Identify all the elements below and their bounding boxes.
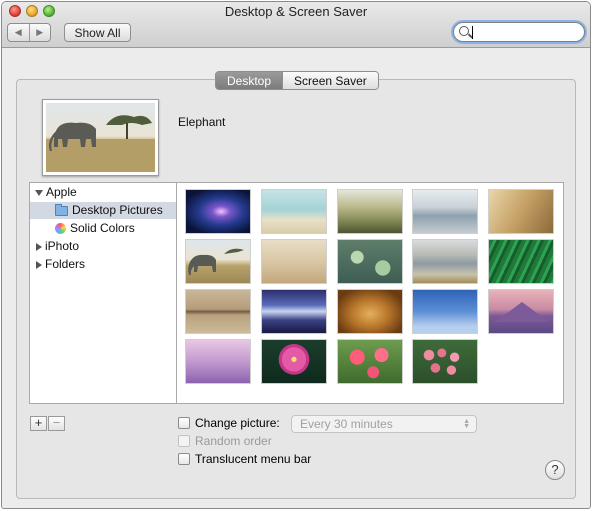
wallpaper-mountain-dusk[interactable] [488,289,554,334]
wallpaper-grass-field[interactable] [337,189,403,234]
folder-icon [55,203,68,216]
source-list: Apple Desktop Pictures Solid Colors iPho… [29,182,177,404]
wallpaper-island-reflection[interactable] [185,289,251,334]
wallpaper-lotus[interactable] [261,339,327,384]
wallpaper-pink-berries[interactable] [412,339,478,384]
sidebar-item-label: Apple [46,185,77,199]
checkbox-label: Random order [195,434,272,448]
wallpaper-green-blades[interactable] [488,239,554,284]
preferences-window: Desktop & Screen Saver ◀ ▶ Show All Desk… [1,1,591,509]
picture-name-label: Elephant [178,115,226,129]
sidebar-item-label: Solid Colors [70,221,135,235]
wallpaper-zebras[interactable] [261,239,327,284]
wallpaper-poppies[interactable] [337,339,403,384]
disclosure-expanded-icon[interactable] [35,189,43,196]
checkbox-label: Change picture: [195,416,280,430]
wallpaper-sand-dune[interactable] [488,189,554,234]
forward-button[interactable]: ▶ [28,24,51,41]
wallpaper-cloudy-lake[interactable] [412,239,478,284]
tab-screen-saver[interactable]: Screen Saver [282,72,378,89]
checkbox-box[interactable] [178,417,190,429]
add-folder-button[interactable]: + [30,416,47,431]
sidebar-item-label: Desktop Pictures [72,203,163,217]
color-wheel-icon [55,223,66,235]
interval-popup[interactable]: Every 30 minutes ▲ ▼ [291,415,477,433]
back-forward-control: ◀ ▶ [7,23,51,42]
wallpaper-beach[interactable] [261,189,327,234]
random-order-checkbox[interactable]: Random order [178,434,272,448]
search-field[interactable] [453,22,585,42]
text-cursor [472,26,473,39]
sidebar-item-label: Folders [45,257,86,271]
wallpaper-grid [177,182,564,404]
show-all-button[interactable]: Show All [64,23,131,42]
tab-bar: Desktop Screen Saver [215,71,379,90]
change-picture-checkbox[interactable]: Change picture: [178,416,280,430]
wallpaper-lion[interactable] [337,289,403,334]
wallpaper-pink-mist[interactable] [185,339,251,384]
sidebar-item-folders[interactable]: Folders [36,257,85,271]
current-picture-preview [42,99,159,176]
window-title: Desktop & Screen Saver [224,4,368,19]
interval-value: Every 30 minutes [300,417,393,431]
wallpaper-misty-lake[interactable] [412,189,478,234]
wallpaper-elephant[interactable] [185,239,251,284]
tab-desktop[interactable]: Desktop [216,72,283,89]
chevron-right-icon: ▶ [36,27,44,37]
popup-arrows-icon: ▲ ▼ [463,418,470,430]
back-button[interactable]: ◀ [8,24,29,41]
elephant-preview-image [46,103,155,172]
sidebar-item-label: iPhoto [45,239,80,253]
sidebar-item-solid-colors[interactable]: Solid Colors [55,221,135,235]
wallpaper-lily-pads[interactable] [337,239,403,284]
sidebar-item-apple[interactable]: Apple [35,185,77,199]
title-bar: Desktop & Screen Saver ◀ ▶ Show All [2,2,590,48]
wallpaper-blue-sky[interactable] [412,289,478,334]
sidebar-item-desktop-pictures[interactable]: Desktop Pictures [55,203,163,217]
checkbox-box[interactable] [178,453,190,465]
checkbox-label: Translucent menu bar [195,452,312,466]
wallpaper-galaxy[interactable] [185,189,251,234]
sidebar-item-iphoto[interactable]: iPhoto [36,239,79,253]
wallpaper-aurora-mountains[interactable] [261,289,327,334]
checkbox-box[interactable] [178,435,190,447]
disclosure-collapsed-icon[interactable] [36,260,42,269]
translucent-menu-bar-checkbox[interactable]: Translucent menu bar [178,452,311,466]
chevron-left-icon: ◀ [14,27,22,37]
help-button[interactable]: ? [545,460,565,480]
search-icon [459,26,469,36]
remove-folder-button[interactable]: − [48,416,65,431]
disclosure-collapsed-icon[interactable] [36,242,42,251]
